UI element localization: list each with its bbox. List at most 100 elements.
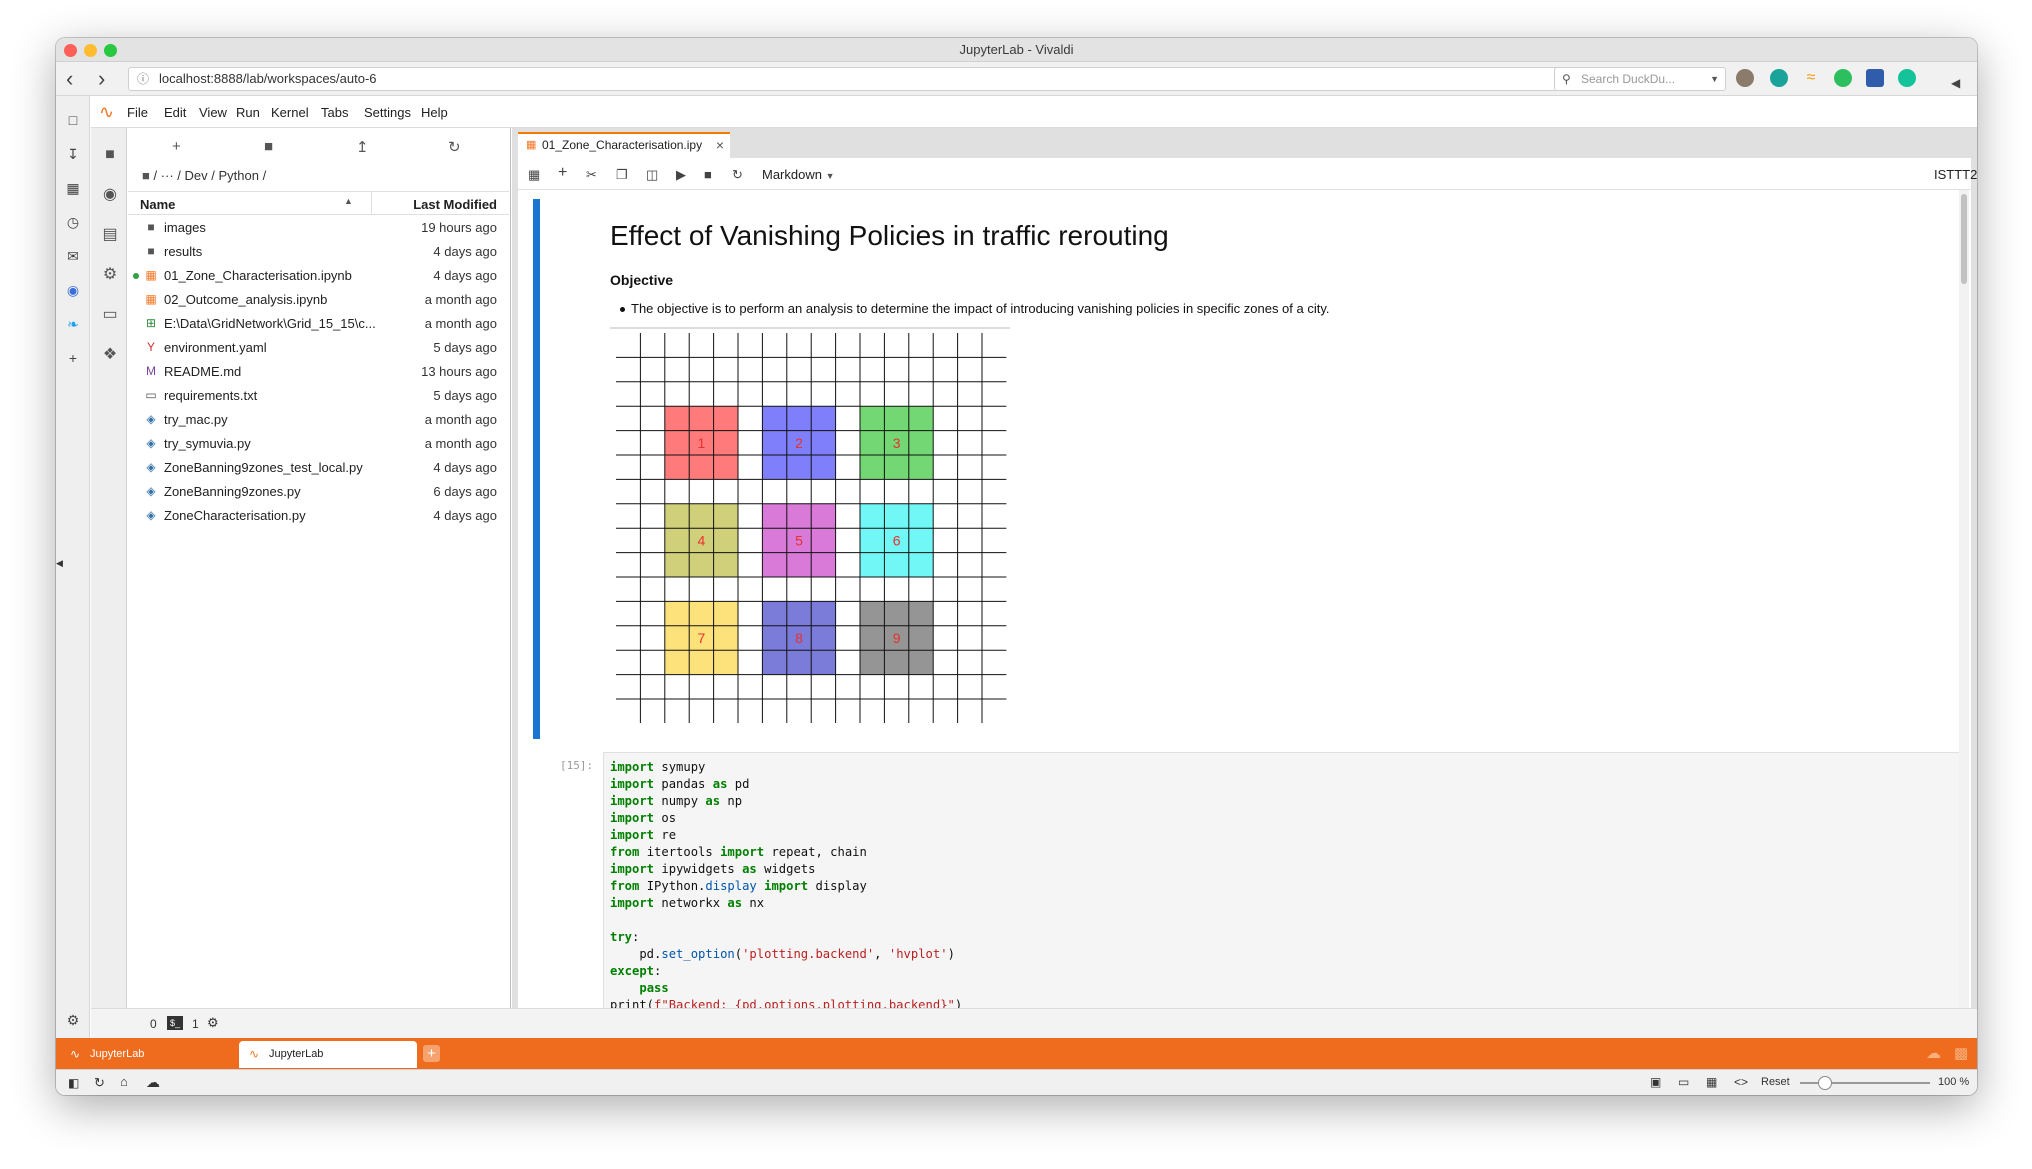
menu-edit[interactable]: Edit — [164, 105, 186, 120]
running-sessions-icon[interactable]: ◉ — [101, 186, 119, 204]
cloud-icon[interactable]: ☁ — [146, 1074, 160, 1091]
url-field[interactable]: ⓘ localhost:8888/lab/workspaces/auto-6 ◇… — [128, 67, 1593, 91]
file-row[interactable]: ■ results 4 days ago — [128, 239, 511, 263]
file-row[interactable]: ◈ try_symuvia.py a month ago — [128, 431, 511, 455]
minimize-window-button[interactable] — [84, 44, 97, 57]
rss-icon[interactable]: ≈ — [1802, 69, 1820, 87]
search-field[interactable]: ⚲ Search DuckDu... ▼ — [1554, 67, 1726, 91]
page-actions-icon[interactable]: <> — [1734, 1075, 1748, 1089]
column-name[interactable]: Name — [140, 197, 175, 212]
file-row[interactable]: ◈ ZoneBanning9zones_test_local.py 4 days a… — [128, 455, 511, 479]
file-row[interactable]: ◈ try_mac.py a month ago — [128, 407, 511, 431]
forward-icon[interactable]: › — [98, 68, 105, 90]
file-modified: a month ago — [424, 412, 497, 427]
copy-icon[interactable]: ❐ — [616, 167, 628, 183]
notebook-scrollbar[interactable] — [1959, 190, 1969, 1008]
new-folder-icon[interactable]: ■ — [264, 138, 273, 155]
restart-icon[interactable]: ↻ — [732, 167, 743, 183]
downloads-icon[interactable]: ↧ — [65, 146, 81, 162]
extension-status-icon[interactable]: ⚙ — [207, 1015, 219, 1031]
insert-cell-icon[interactable]: + — [558, 164, 567, 182]
panel-toggle-icon[interactable]: ◧ — [68, 1076, 79, 1090]
capture-icon[interactable]: ▣ — [1650, 1075, 1661, 1089]
tiling-icon[interactable]: ▭ — [1678, 1075, 1689, 1089]
home-folder-icon[interactable]: ■ — [142, 168, 150, 183]
paste-icon[interactable]: ◫ — [646, 167, 658, 183]
extension-manager-icon[interactable]: ❖ — [101, 346, 119, 364]
tab-notebook[interactable]: ▦ 01_Zone_Characterisation.ipy × — [518, 132, 730, 158]
menu-run[interactable]: Run — [236, 105, 260, 120]
kernel-count[interactable]: 0 — [150, 1017, 157, 1031]
terminal-count[interactable]: 1 — [192, 1017, 199, 1031]
zoom-slider[interactable] — [1800, 1076, 1930, 1090]
file-row[interactable]: ⊞ E:\Data\GridNetwork\Grid_15_15\c... a mo… — [128, 311, 511, 335]
file-row[interactable]: ▦ 02_Outcome_analysis.ipynb a month ago — [128, 287, 511, 311]
file-row[interactable]: M README.md 13 hours ago — [128, 359, 511, 383]
kernel-name[interactable]: ISTTT24 — [1934, 167, 1977, 182]
file-row[interactable]: ◈ ZoneBanning9zones.py 6 days ago — [128, 479, 511, 503]
extension-icon[interactable] — [1770, 69, 1788, 87]
menu-file[interactable]: File — [127, 105, 148, 120]
scrollbar-thumb[interactable] — [1961, 194, 1967, 284]
zoom-slider-handle[interactable] — [1818, 1076, 1832, 1090]
close-window-button[interactable] — [64, 44, 77, 57]
menu-view[interactable]: View — [199, 105, 227, 120]
history-icon[interactable]: ◷ — [65, 214, 81, 230]
file-row[interactable]: ▦ 01_Zone_Characterisation.ipynb 4 days ag… — [128, 263, 511, 287]
home-icon[interactable]: ⌂ — [120, 1074, 128, 1089]
run-icon[interactable]: ▶ — [676, 167, 686, 183]
breadcrumb-path[interactable]: / ··· / Dev / Python / — [153, 168, 266, 183]
file-browser-icon[interactable]: ■ — [101, 146, 119, 164]
add-panel-icon[interactable]: + — [65, 350, 81, 366]
trash-icon[interactable]: ▩ — [1954, 1044, 1968, 1062]
maximize-window-button[interactable] — [104, 44, 117, 57]
mail-icon[interactable]: ✉ — [65, 248, 81, 264]
bookmarks-icon[interactable]: □ — [65, 112, 81, 128]
images-icon[interactable]: ▦ — [1706, 1075, 1717, 1089]
evernote-icon[interactable] — [1834, 69, 1852, 87]
property-inspector-icon[interactable]: ⚙ — [101, 266, 119, 284]
grammarly-icon[interactable] — [1898, 69, 1916, 87]
back-icon[interactable]: ‹ — [66, 68, 73, 90]
panel-toggle-icon[interactable]: ◀ — [1951, 72, 1960, 94]
chevron-down-icon: ▼ — [825, 171, 835, 181]
new-tab-button[interactable]: + — [423, 1045, 440, 1062]
file-row[interactable]: ◈ ZoneCharacterisation.py 4 days ago — [128, 503, 511, 527]
search-engine-dropdown-icon[interactable]: ▼ — [1710, 68, 1719, 90]
new-launcher-icon[interactable]: + — [172, 138, 181, 155]
command-palette-icon[interactable]: ▤ — [101, 226, 119, 244]
info-icon[interactable]: ⓘ — [137, 68, 149, 90]
column-last-modified[interactable]: Last Modified — [413, 197, 497, 212]
save-icon[interactable]: ▦ — [528, 167, 540, 183]
profile-avatar[interactable] — [1736, 69, 1754, 87]
sort-ascending-icon[interactable]: ▲ — [344, 196, 353, 206]
menu-settings[interactable]: Settings — [364, 105, 411, 120]
code-cell[interactable]: import symupy import pandas as pd import… — [603, 752, 1961, 1008]
browser-tab-1[interactable]: ∿ JupyterLab — [60, 1041, 238, 1068]
refresh-icon[interactable]: ↻ — [448, 138, 461, 156]
menu-kernel[interactable]: Kernel — [271, 105, 309, 120]
browser-tab-2[interactable]: ∿ JupyterLab — [239, 1041, 417, 1068]
terminal-icon[interactable]: $_ — [167, 1016, 183, 1030]
twitter-icon[interactable]: ❧ — [65, 316, 81, 332]
cell-type-select[interactable]: Markdown ▼ — [762, 167, 835, 182]
sync-cloud-icon[interactable]: ☁ — [1926, 1044, 1941, 1062]
menu-tabs[interactable]: Tabs — [321, 105, 348, 120]
file-row[interactable]: Yenvironment.yaml 5 days ago — [128, 335, 511, 359]
code-editor[interactable]: import symupy import pandas as pd import… — [610, 759, 962, 1008]
settings-gear-icon[interactable]: ⚙ — [65, 1012, 81, 1028]
menu-help[interactable]: Help — [421, 105, 448, 120]
collapse-panel-icon[interactable]: ◀ — [56, 558, 63, 569]
extension-icon[interactable] — [1866, 69, 1884, 87]
notes-icon[interactable]: ▦ — [65, 180, 81, 196]
web-panel-icon[interactable]: ◉ — [65, 282, 81, 298]
zoom-reset-button[interactable]: Reset — [1761, 1076, 1790, 1088]
reload-icon[interactable]: ↻ — [94, 1075, 105, 1091]
open-tabs-icon[interactable]: ▭ — [101, 306, 119, 324]
file-row[interactable]: ▭ requirements.txt 5 days ago — [128, 383, 511, 407]
file-row[interactable]: ■ images 19 hours ago — [128, 215, 511, 239]
stop-icon[interactable]: ■ — [704, 167, 712, 182]
cut-icon[interactable]: ✂ — [586, 167, 597, 183]
close-tab-icon[interactable]: × — [716, 134, 724, 156]
upload-icon[interactable]: ↥ — [356, 138, 369, 156]
